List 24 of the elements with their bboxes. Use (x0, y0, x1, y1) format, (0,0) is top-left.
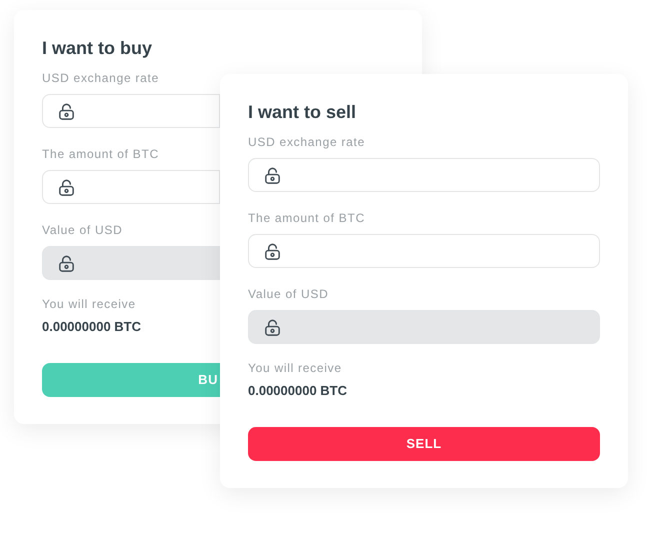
input-field[interactable] (42, 94, 220, 128)
field-label: Value of USD (248, 287, 330, 301)
field-label: The amount of BTC (248, 211, 366, 225)
lock-icon (57, 254, 76, 272)
lock-icon (57, 102, 76, 120)
lock-icon (263, 166, 282, 184)
card-title: I want to buy (42, 38, 153, 58)
input-field[interactable] (42, 170, 220, 204)
lock-icon (263, 318, 282, 336)
receive-label: You will receive (42, 297, 137, 311)
receive-value: 0.00000000 BTC (42, 319, 142, 335)
buy-button[interactable]: BU (42, 363, 220, 397)
field-label: Value of USD (42, 223, 124, 237)
card-title: I want to sell (248, 102, 358, 122)
input-field[interactable] (248, 158, 600, 192)
lock-icon (57, 178, 76, 196)
field-label: USD exchange rate (42, 71, 160, 85)
lock-icon (263, 242, 282, 260)
field-label: The amount of BTC (42, 147, 160, 161)
input-field[interactable] (248, 234, 600, 268)
field-label: USD exchange rate (248, 135, 366, 149)
sell-button[interactable]: SELL (248, 427, 600, 461)
receive-label: You will receive (248, 361, 343, 375)
receive-value: 0.00000000 BTC (248, 383, 348, 399)
